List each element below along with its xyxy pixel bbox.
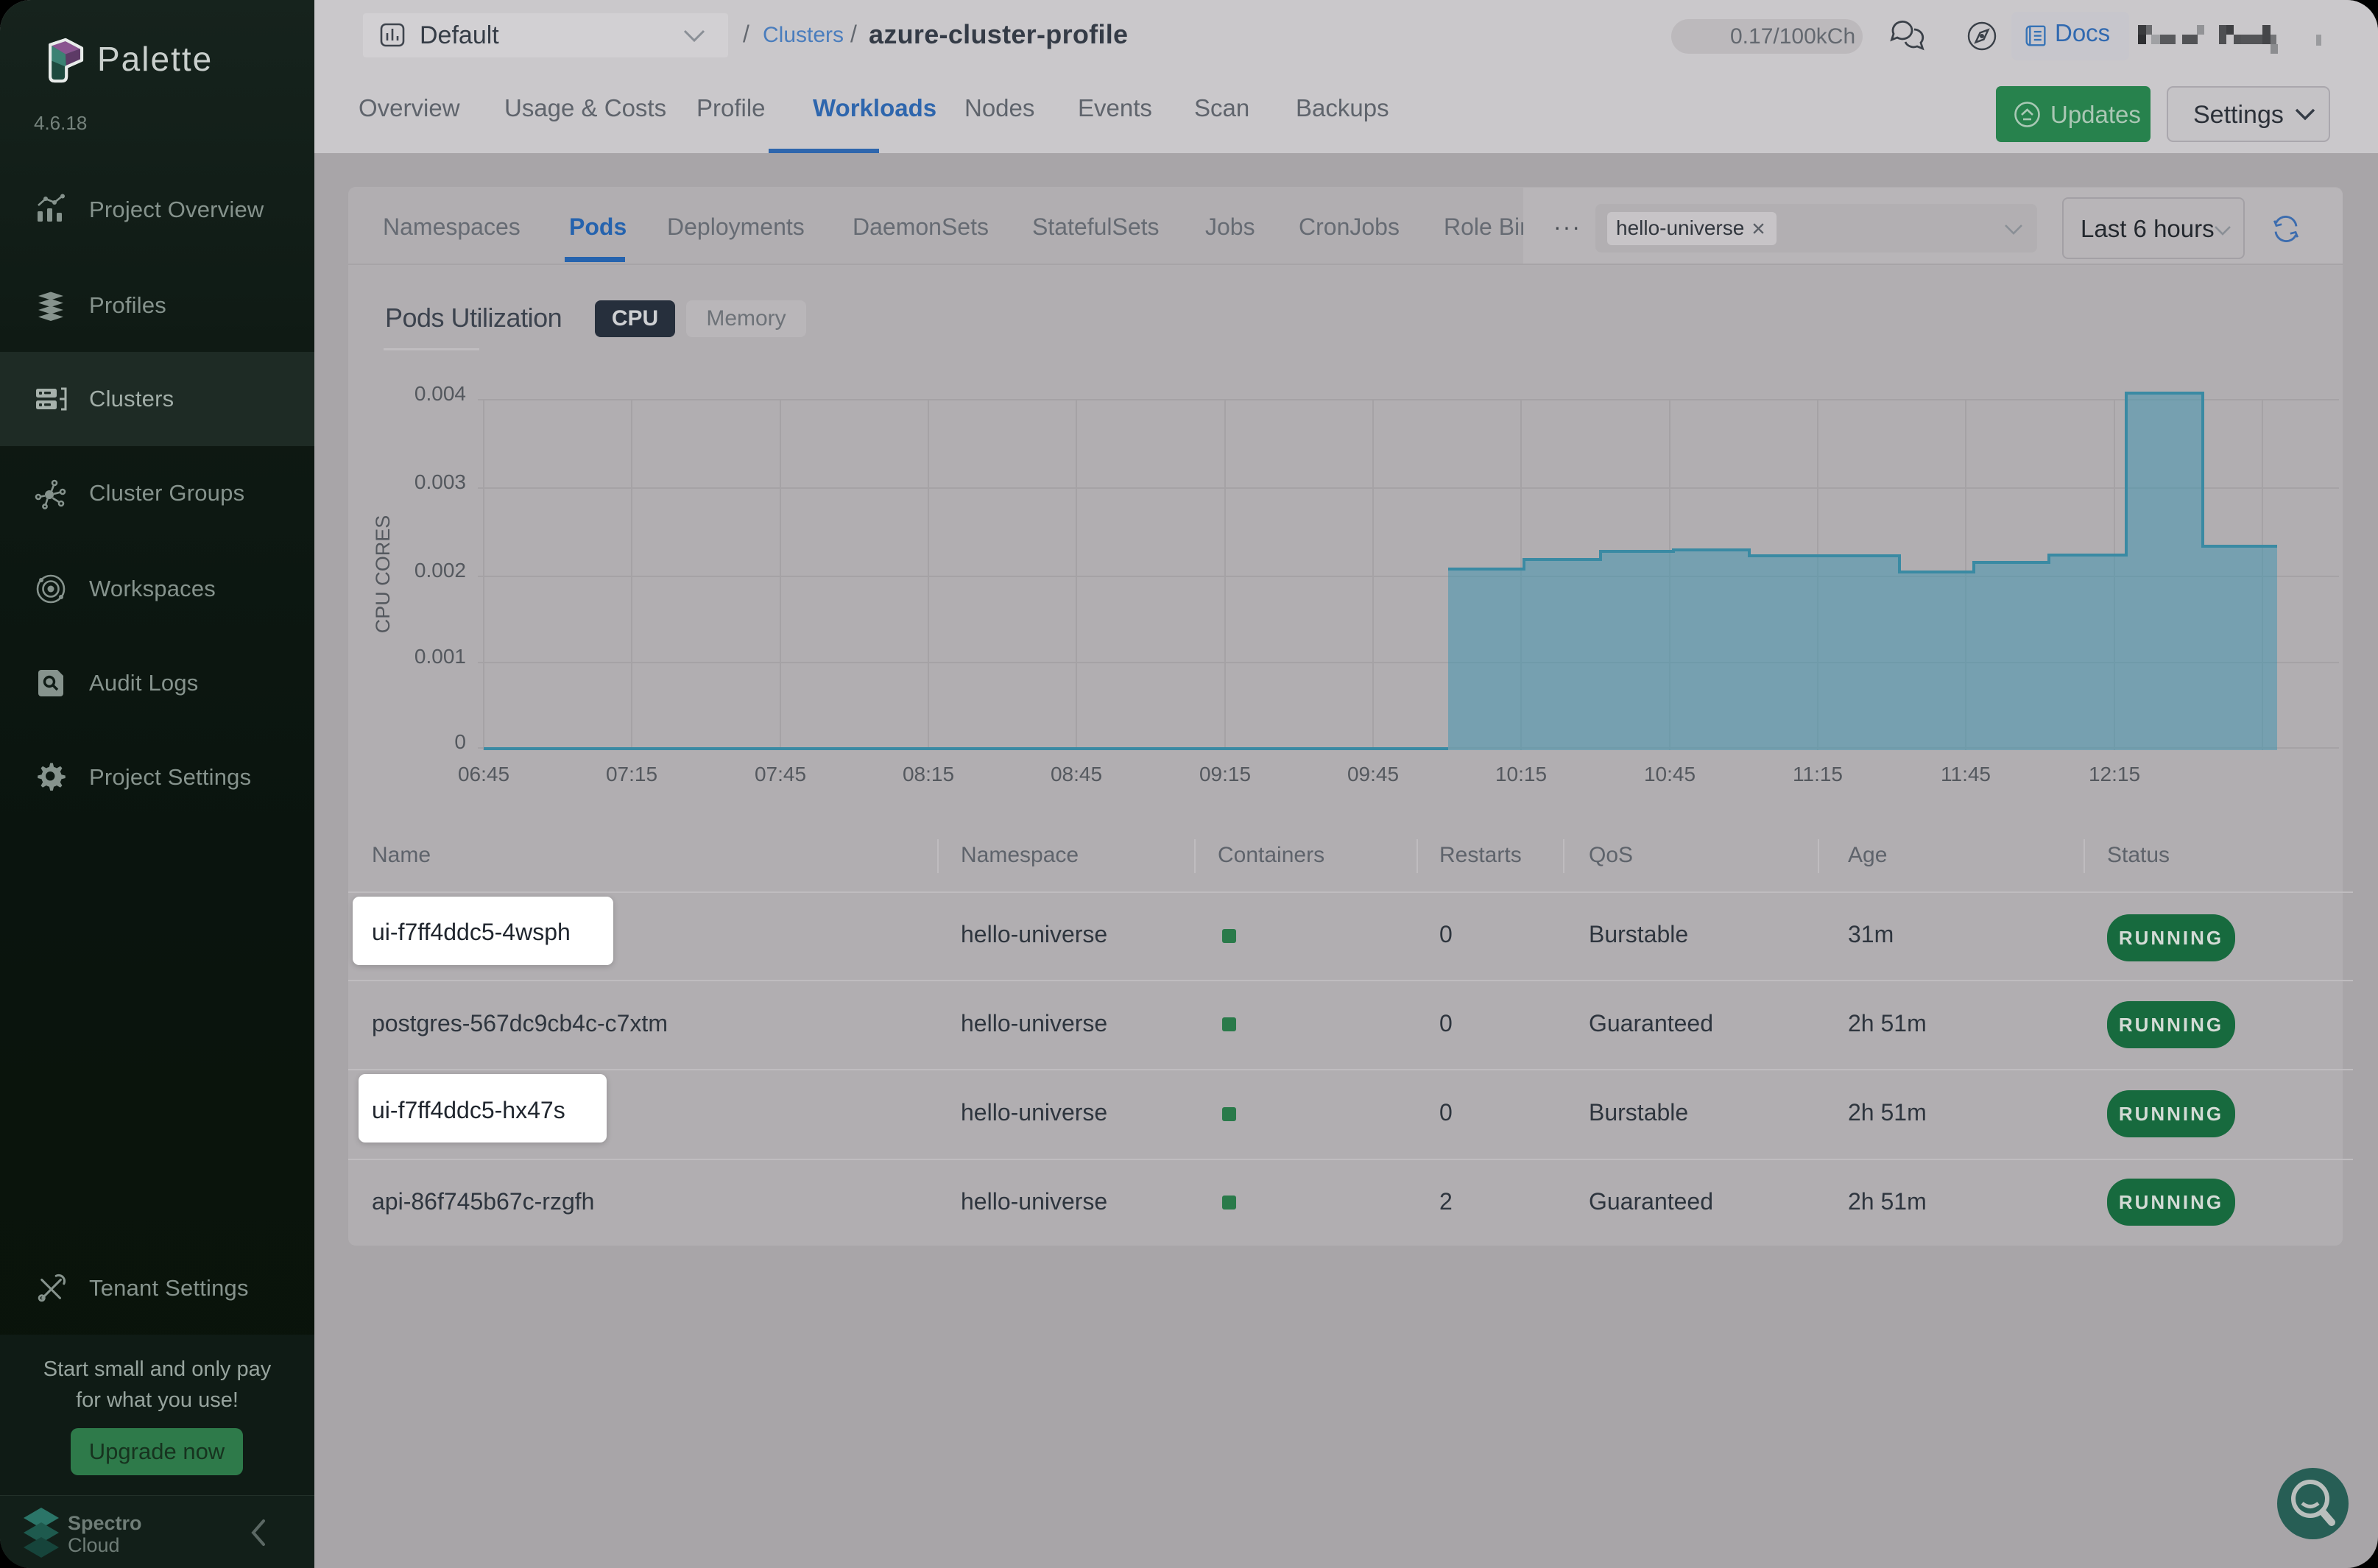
svg-text:10:15: 10:15 (1495, 763, 1547, 785)
svg-text:12:15: 12:15 (2089, 763, 2140, 785)
svg-text:08:45: 08:45 (1051, 763, 1102, 785)
svg-text:11:15: 11:15 (1793, 763, 1843, 785)
svg-text:0.004: 0.004 (414, 382, 466, 405)
svg-text:11:45: 11:45 (1941, 763, 1991, 785)
svg-text:07:45: 07:45 (755, 763, 806, 785)
svg-text:10:45: 10:45 (1644, 763, 1696, 785)
svg-text:09:45: 09:45 (1347, 763, 1399, 785)
svg-text:08:15: 08:15 (903, 763, 954, 785)
svg-text:0: 0 (454, 730, 466, 753)
svg-text:07:15: 07:15 (606, 763, 657, 785)
svg-text:0.002: 0.002 (414, 559, 466, 582)
svg-text:0.001: 0.001 (414, 645, 466, 668)
svg-text:0.003: 0.003 (414, 470, 466, 493)
svg-text:09:15: 09:15 (1199, 763, 1251, 785)
svg-text:CPU CORES: CPU CORES (372, 515, 394, 634)
svg-text:06:45: 06:45 (458, 763, 509, 785)
